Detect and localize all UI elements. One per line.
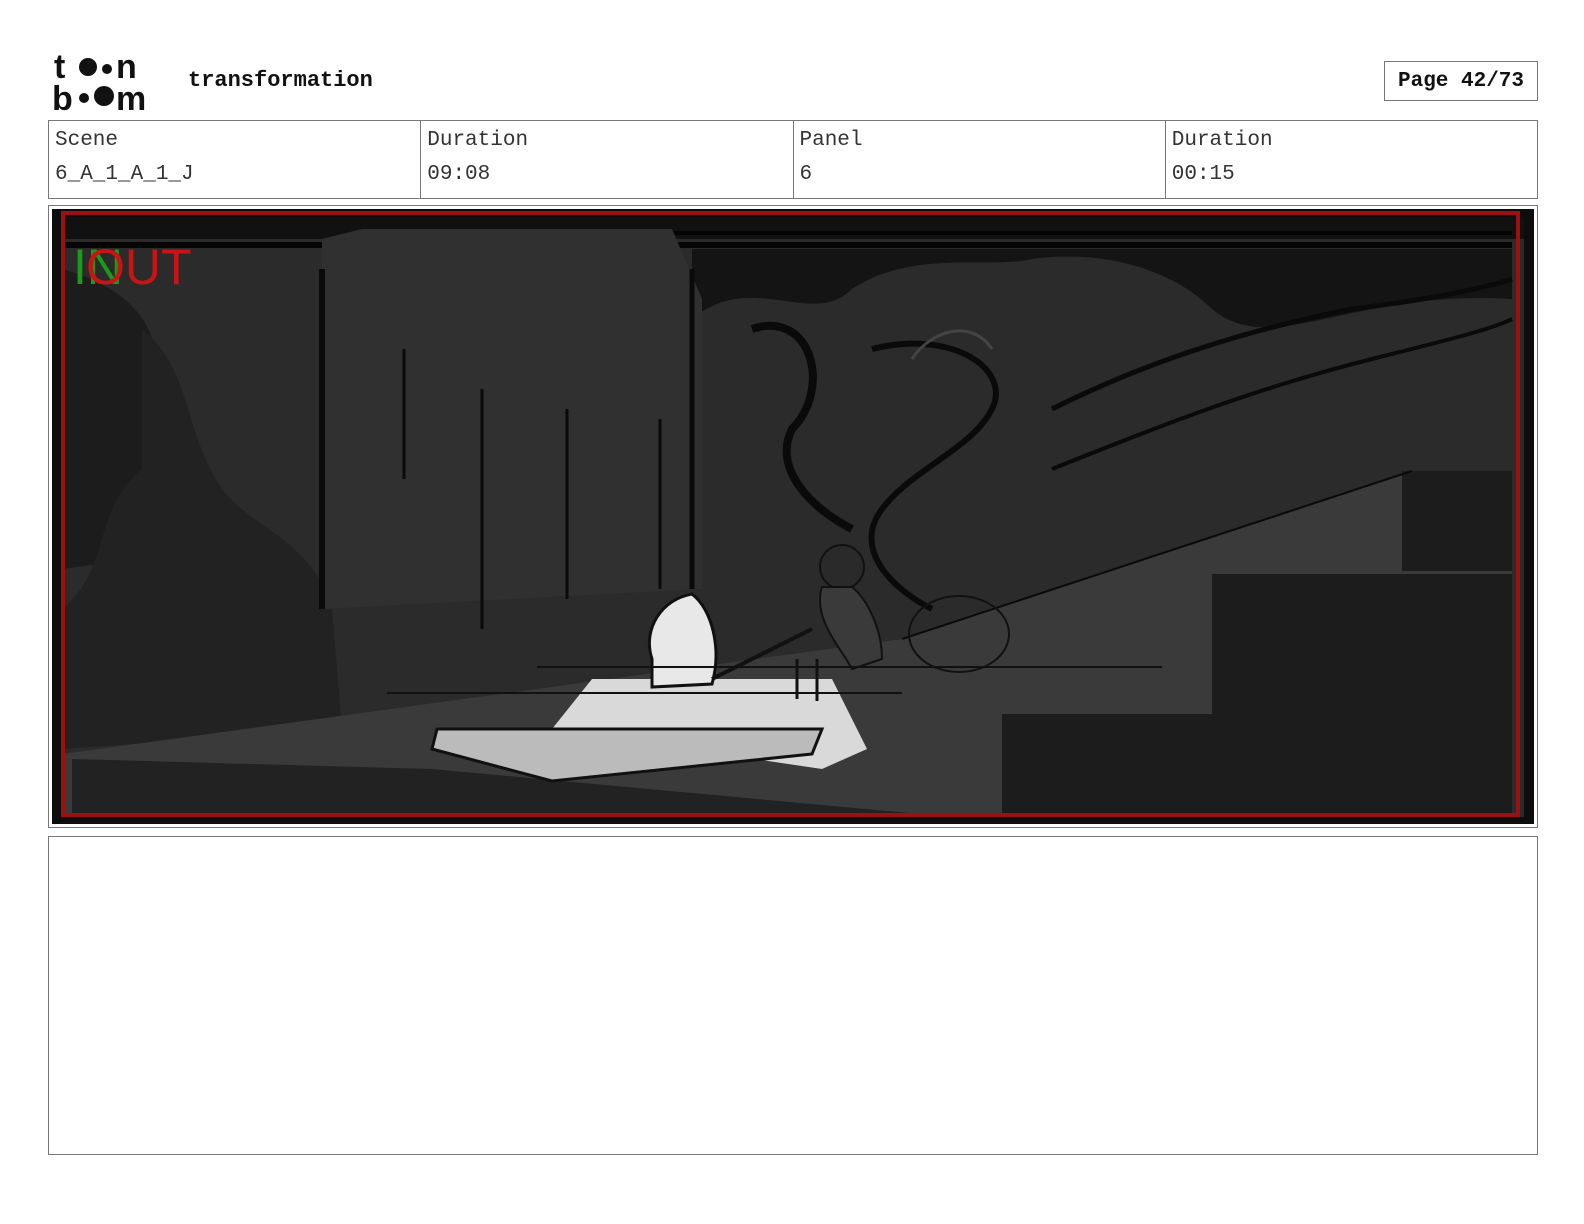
svg-text:b: b: [52, 80, 73, 112]
panel-duration-cell: Duration 00:15: [1166, 121, 1537, 198]
page-indicator: Page 42/73: [1384, 61, 1538, 101]
scene-label: Scene: [55, 129, 119, 152]
panel-notes[interactable]: [48, 836, 1538, 1155]
scene-duration-cell: Duration 09:08: [421, 121, 794, 198]
panel-value: 6: [799, 163, 813, 186]
panel-cell: Panel 6: [794, 121, 1166, 198]
scene-duration-value: 09:08: [427, 163, 491, 186]
toon-boom-logo: t n b m: [52, 48, 164, 118]
out-marker: OUT: [86, 239, 192, 295]
panel-label: Panel: [799, 129, 863, 152]
scene-duration-label: Duration: [427, 129, 529, 152]
panel-sketch: IN OUT: [52, 209, 1534, 824]
storyboard-panel: IN OUT: [48, 205, 1538, 828]
document-title: transformation: [188, 68, 373, 93]
scene-value: 6_A_1_A_1_J: [55, 163, 194, 186]
svg-text:m: m: [116, 80, 146, 112]
panel-duration-value: 00:15: [1171, 163, 1235, 186]
panel-duration-label: Duration: [1171, 129, 1273, 152]
scene-cell: Scene 6_A_1_A_1_J: [49, 121, 422, 198]
scene-info-table: Scene 6_A_1_A_1_J Duration 09:08 Panel 6…: [48, 120, 1538, 199]
